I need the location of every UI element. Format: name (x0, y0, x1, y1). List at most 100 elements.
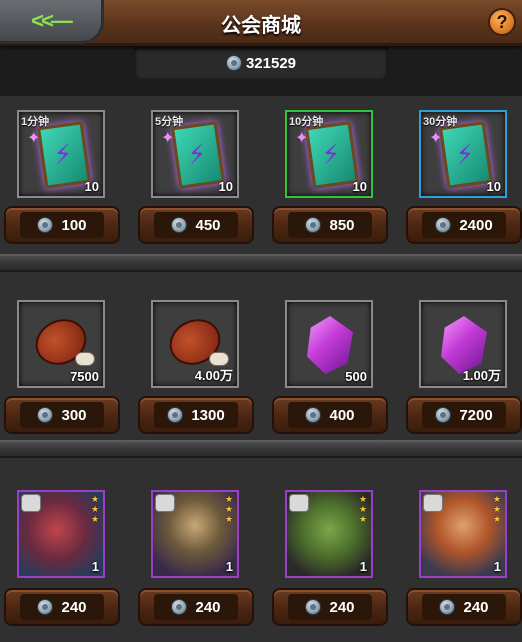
item-frame[interactable]: ✦ 1分钟 10 (17, 110, 105, 198)
item-frame[interactable]: ★ ★ ★ 1 (419, 490, 507, 578)
buy-button[interactable]: 300 (4, 396, 120, 434)
item-price: 450 (195, 216, 221, 234)
currency-bar: 321529 (134, 47, 388, 79)
shelf-divider (0, 440, 522, 458)
item-frame[interactable]: ★ ★ ★ 1 (151, 490, 239, 578)
item-quantity: 7500 (70, 369, 99, 384)
item-quantity: 10 (486, 179, 501, 194)
price-plate: 240 (422, 594, 506, 620)
item-price: 240 (329, 598, 355, 616)
guild-coin-icon (439, 599, 456, 615)
buy-button[interactable]: 400 (272, 396, 388, 434)
puzzle-piece-icon (156, 495, 174, 511)
buy-button[interactable]: 240 (272, 588, 388, 626)
buy-button[interactable]: 100 (4, 206, 120, 244)
bone-icon (209, 352, 229, 366)
price-plate: 300 (20, 402, 104, 428)
item-price: 300 (61, 406, 87, 424)
guild-coin-icon (305, 407, 322, 423)
puzzle-piece-icon (424, 495, 442, 511)
price-plate: 1300 (154, 402, 238, 428)
item-quantity: 1 (493, 559, 501, 574)
item-duration-label: 10分钟 (289, 116, 324, 128)
speed-book-icon (438, 121, 494, 189)
puzzle-piece-icon (22, 495, 40, 511)
item-price: 240 (61, 598, 87, 616)
guild-coin-icon (305, 599, 322, 615)
buy-button[interactable]: 240 (4, 588, 120, 626)
guild-coin-icon (167, 407, 184, 423)
lightning-spark-icon: ✦ (429, 130, 443, 147)
guild-coin-icon (171, 599, 188, 615)
bone-icon (75, 352, 95, 366)
item-frame[interactable]: 7500 (17, 300, 105, 388)
question-mark-icon: ? (496, 11, 508, 32)
item-quantity: 1 (91, 559, 99, 574)
crystal-icon (307, 316, 353, 374)
buy-button[interactable]: 2400 (406, 206, 522, 244)
speed-book-icon (304, 121, 360, 189)
star-rating: ★ ★ ★ (91, 494, 100, 524)
price-plate: 100 (20, 212, 104, 238)
item-quantity: 1 (359, 559, 367, 574)
item-price: 100 (61, 216, 87, 234)
item-frame[interactable]: ★ ★ ★ 1 (285, 490, 373, 578)
guild-coin-icon (225, 55, 242, 71)
buy-button[interactable]: 850 (272, 206, 388, 244)
puzzle-piece-icon (290, 495, 308, 511)
guild-coin-icon (37, 217, 54, 233)
item-quantity: 10 (352, 179, 367, 194)
item-quantity: 500 (345, 369, 367, 384)
item-frame[interactable]: 1.00万 (419, 300, 507, 388)
item-price: 7200 (459, 406, 493, 424)
price-plate: 2400 (422, 212, 506, 238)
item-price: 1300 (191, 406, 225, 424)
star-rating: ★ ★ ★ (225, 494, 234, 524)
guild-coin-icon (171, 217, 188, 233)
item-price: 2400 (459, 216, 493, 234)
guild-coin-icon (305, 217, 322, 233)
shelf-divider (0, 254, 522, 272)
item-price: 240 (195, 598, 221, 616)
buy-button[interactable]: 240 (138, 588, 254, 626)
speed-book-icon (36, 121, 92, 189)
item-frame[interactable]: ✦ 10分钟 10 (285, 110, 373, 198)
guild-coin-icon (37, 599, 54, 615)
price-plate: 850 (288, 212, 372, 238)
price-plate: 240 (20, 594, 104, 620)
item-quantity: 4.00万 (194, 368, 233, 383)
item-frame[interactable]: 500 (285, 300, 373, 388)
price-plate: 240 (288, 594, 372, 620)
lightning-spark-icon: ✦ (161, 130, 175, 147)
item-quantity: 10 (218, 179, 233, 194)
item-price: 240 (463, 598, 489, 616)
item-frame[interactable]: ✦ 30分钟 10 (419, 110, 507, 198)
item-duration-label: 5分钟 (155, 116, 184, 128)
help-button[interactable]: ? (488, 8, 516, 36)
item-quantity: 1 (225, 559, 233, 574)
price-plate: 400 (288, 402, 372, 428)
item-duration-label: 1分钟 (21, 116, 50, 128)
guild-coin-icon (435, 407, 452, 423)
page-title: 公会商城 (221, 15, 301, 37)
lightning-spark-icon: ✦ (295, 130, 309, 147)
item-duration-label: 30分钟 (423, 116, 458, 128)
buy-button[interactable]: 240 (406, 588, 522, 626)
price-plate: 450 (154, 212, 238, 238)
item-frame[interactable]: ✦ 5分钟 10 (151, 110, 239, 198)
item-frame[interactable]: ★ ★ ★ 1 (17, 490, 105, 578)
item-frame[interactable]: 4.00万 (151, 300, 239, 388)
currency-amount: 321529 (245, 54, 297, 72)
star-rating: ★ ★ ★ (359, 494, 368, 524)
item-quantity: 10 (84, 179, 99, 194)
guild-coin-icon (37, 407, 54, 423)
lightning-spark-icon: ✦ (27, 130, 41, 147)
buy-button[interactable]: 1300 (138, 396, 254, 434)
title-bar: <<— 公会商城 ? (0, 0, 522, 46)
item-quantity: 1.00万 (462, 368, 501, 383)
buy-button[interactable]: 450 (138, 206, 254, 244)
buy-button[interactable]: 7200 (406, 396, 522, 434)
price-plate: 240 (154, 594, 238, 620)
price-plate: 7200 (422, 402, 506, 428)
speed-book-icon (170, 121, 226, 189)
